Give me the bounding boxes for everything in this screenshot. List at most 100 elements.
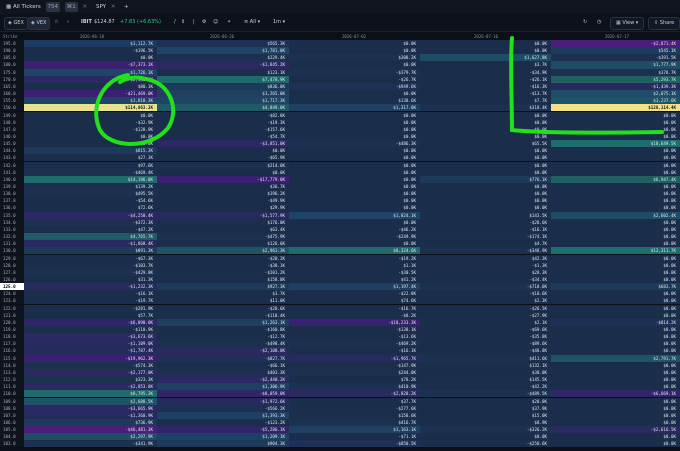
value-cell[interactable]: $736.9K (24, 418, 157, 427)
table-row[interactable]: 120.0 -$6,090.0K $1,263.1K -$18,233.3K $2.1K… (0, 318, 680, 326)
value-cell[interactable]: $0.0K (420, 132, 551, 141)
value-cell[interactable]: -$49.9K (157, 197, 289, 205)
value-cell[interactable]: -$157.6K (157, 125, 289, 133)
value-cell[interactable]: $196.2K (157, 190, 289, 198)
value-cell[interactable]: $31.3K (24, 275, 157, 284)
value-cell[interactable]: $1,112.7K (24, 40, 157, 48)
table-row[interactable]: 160.0 -$21,469.0K $1,265.0K $0.0K -$13.7K $2,… (0, 90, 680, 98)
value-cell[interactable]: $0.0K (551, 147, 680, 155)
table-row[interactable]: 118.0 -$3,673.6K -$12.7K -$13.6K -$35.8K $0.0… (0, 333, 680, 341)
value-cell[interactable]: -$26.1K (420, 75, 551, 83)
table-row[interactable]: 145.0 $0.0K -$3,851.0K -$486.3K $65.5K $10,64… (0, 140, 680, 148)
value-cell[interactable]: $29.9K (157, 204, 289, 212)
value-cell[interactable]: $2,688.5K (24, 397, 157, 405)
value-cell[interactable]: $3.7K (420, 61, 551, 69)
table-row[interactable]: 115.0 -$19,962.3K -$827.7K -$1,965.7K $411.6… (0, 354, 680, 362)
value-cell[interactable]: $904.3K (157, 440, 289, 448)
value-cell[interactable]: $74.6K (289, 297, 420, 305)
value-cell[interactable]: -$250.6K (420, 440, 551, 448)
value-cell[interactable]: -$277.6K (289, 404, 420, 412)
value-cell[interactable]: $0.0K (551, 347, 680, 355)
value-cell[interactable]: $0.0K (157, 168, 289, 176)
close-icon[interactable]: ✕ (83, 4, 88, 10)
table-row[interactable]: 116.0 -$1,787.4K -$2,108.0K -$16.1K -$48.8K $… (0, 347, 680, 355)
value-cell[interactable]: $0.0K (289, 197, 420, 205)
value-cell[interactable]: $1,265.0K (157, 90, 289, 98)
table-row[interactable]: 112.0 $323.3K -$2,440.2K $78.2K $145.5K $0.0K (0, 376, 680, 384)
table-row[interactable]: 190.0 -$196.5K $1,781.0K $0.0K $0.0K $545.1K (0, 47, 680, 55)
value-cell[interactable]: $0.0K (551, 268, 680, 276)
value-cell[interactable]: $0.0K (24, 111, 157, 119)
value-cell[interactable]: -$1.3K (420, 261, 551, 269)
value-cell[interactable]: -$814.2K (551, 318, 680, 326)
value-cell[interactable]: $0.0K (289, 125, 420, 133)
value-cell[interactable]: -$123.2K (157, 418, 289, 427)
value-cell[interactable]: $0.0K (420, 154, 551, 162)
value-cell[interactable]: $20.0K (420, 397, 551, 405)
value-cell[interactable]: -$42.2K (420, 383, 551, 391)
table-row[interactable]: 139.0 $139.2K $36.7K $0.0K $0.0K $0.0K (0, 183, 680, 191)
value-cell[interactable]: $0.0K (289, 240, 420, 248)
value-cell[interactable]: -$28.6K (420, 218, 551, 226)
table-row[interactable]: 111.0 -$2,853.8K $1,306.9K $410.9K -$42.2K $0… (0, 383, 680, 391)
value-cell[interactable]: $0.0K (289, 168, 420, 176)
value-cell[interactable]: $0.0K (420, 197, 551, 205)
value-cell[interactable]: $123.1K (157, 68, 289, 76)
value-cell[interactable]: $0.0K (420, 183, 551, 191)
value-cell[interactable]: $545.1K (551, 47, 680, 55)
date-header[interactable]: 2026-07-16 (474, 34, 498, 39)
value-cell[interactable]: $1,317.0K (289, 104, 420, 112)
date-header[interactable]: 2026-06-18 (80, 34, 104, 39)
value-cell[interactable]: $0.0K (289, 190, 420, 198)
value-cell[interactable]: -$469.4K (24, 168, 157, 176)
value-cell[interactable]: $114,863.2K (24, 104, 157, 112)
value-cell[interactable]: $0.0K (551, 368, 680, 376)
table-row[interactable]: 175.0 $1,726.1K $123.1K -$379.7K -$34.9K $378… (0, 68, 680, 76)
value-cell[interactable]: $0.0K (289, 111, 420, 119)
value-cell[interactable]: -$19,962.3K (24, 354, 157, 362)
value-cell[interactable]: -$469.2K (289, 340, 420, 348)
value-cell[interactable]: -$3,673.6K (24, 333, 157, 341)
value-cell[interactable]: $3.7K (157, 290, 289, 298)
value-cell[interactable]: $0.0K (551, 168, 680, 176)
value-cell[interactable]: $78.2K (289, 376, 420, 384)
value-cell[interactable]: $1,163.1K (289, 426, 420, 434)
table-row[interactable]: 131.0 -$1,868.4K $126.6K $0.0K $4.7K $0.0K (0, 240, 680, 248)
value-cell[interactable]: $0.0K (551, 275, 680, 284)
table-row[interactable]: 140.0 $14,196.8K -$17,779.0K $0.0K $776.1K $6… (0, 175, 680, 183)
value-cell[interactable]: $8.9K (420, 418, 551, 427)
sparkle-icon[interactable]: ✦ (227, 17, 231, 28)
value-cell[interactable]: $495.5K (24, 190, 157, 198)
value-cell[interactable]: -$16.1K (24, 290, 157, 298)
value-cell[interactable]: $323.3K (24, 376, 157, 384)
table-row[interactable]: 106.0 $736.9K -$123.2K $416.7K $8.9K $0.0K (0, 418, 680, 427)
value-cell[interactable]: $2,297.9K (24, 433, 157, 441)
value-cell[interactable]: $139.2K (24, 183, 157, 191)
value-cell[interactable]: -$82.8K (157, 111, 289, 119)
value-cell[interactable]: $27.3K (24, 154, 157, 162)
value-cell[interactable]: $1,717.3K (157, 97, 289, 105)
value-cell[interactable]: $1,777.9K (551, 61, 680, 69)
value-cell[interactable]: $14,196.8K (24, 175, 157, 183)
value-cell[interactable]: -$1,787.4K (24, 347, 157, 355)
value-cell[interactable]: -$89.6K (420, 340, 551, 348)
value-cell[interactable]: $0.0K (551, 204, 680, 212)
value-cell[interactable]: -$348.9K (420, 247, 551, 255)
value-cell[interactable]: $0.0K (289, 204, 420, 212)
value-cell[interactable]: $1,263.1K (157, 318, 289, 326)
refresh-icon[interactable]: ↻ (583, 17, 587, 28)
table-row[interactable]: 155.0 $1,818.3K $1,717.3K $138.6K $7.7K $3,23… (0, 97, 680, 105)
value-cell[interactable]: $7.7K (420, 97, 551, 105)
value-cell[interactable]: $0.0K (551, 304, 680, 312)
value-cell[interactable]: -$16.1K (289, 347, 420, 355)
value-cell[interactable]: $0.0K (551, 111, 680, 119)
value-cell[interactable]: $683.7K (551, 283, 680, 291)
table-row[interactable]: 125.0 -$1,232.3K $927.3K $1,197.4K -$718.0K $… (0, 283, 680, 291)
value-cell[interactable]: -$16.7K (289, 304, 420, 312)
value-cell[interactable]: $244.0K (289, 368, 420, 376)
value-cell[interactable]: -$1,109.0K (24, 340, 157, 348)
value-cell[interactable]: -$391.5K (551, 54, 680, 62)
value-cell[interactable]: $308.2K (289, 54, 420, 62)
value-cell[interactable]: -$147.9K (289, 361, 420, 369)
value-cell[interactable]: $37.9K (420, 404, 551, 412)
